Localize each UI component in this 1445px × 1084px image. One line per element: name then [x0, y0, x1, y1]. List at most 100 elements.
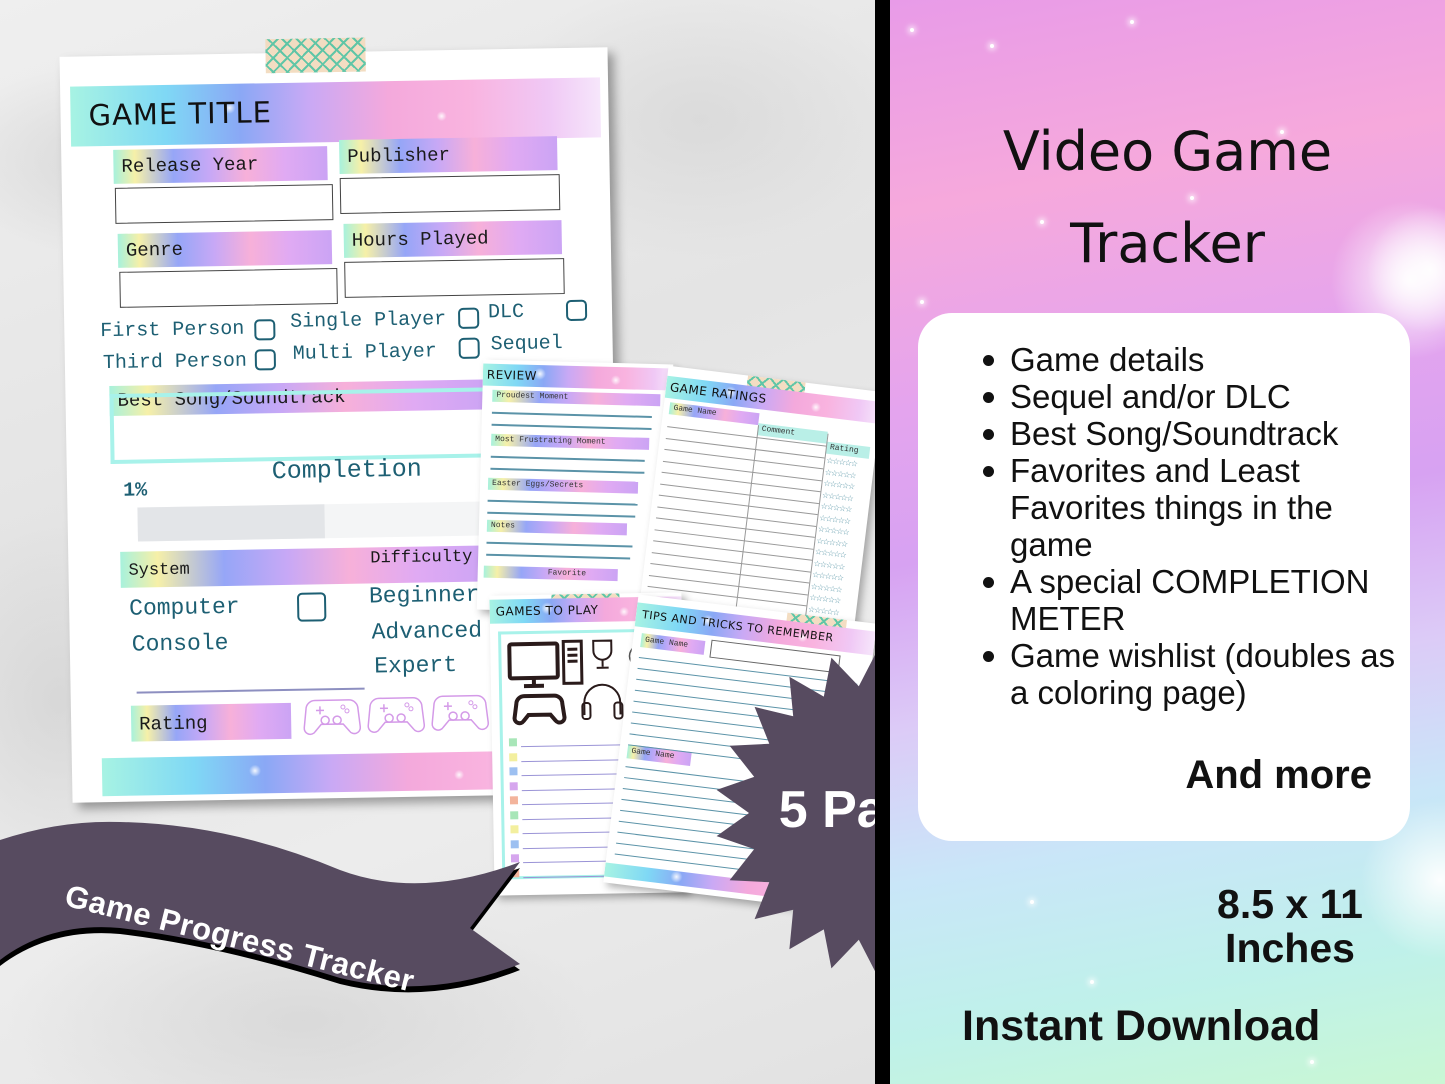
review-section-bar: Easter Eggs/Secrets	[487, 477, 639, 494]
star-rating[interactable]: ☆☆☆☆☆	[810, 581, 842, 594]
single-player-label: Single Player	[290, 308, 447, 334]
ratings-row	[664, 448, 824, 470]
size-line-1: 8.5 x 11	[1217, 881, 1363, 927]
ratings-row	[653, 540, 813, 561]
star-rating[interactable]: ☆☆☆☆☆	[824, 467, 856, 480]
review-section-bar: Most Frustrating Moment	[491, 433, 650, 450]
star-rating[interactable]: ☆☆☆☆☆	[812, 570, 844, 583]
first-person-checkbox[interactable]	[254, 319, 276, 341]
completion-percent: 1%	[122, 479, 148, 503]
publisher-label-bar: Publisher	[339, 136, 558, 174]
rating-label-bar: Rating	[130, 702, 292, 742]
release-year-field[interactable]	[114, 184, 334, 224]
hours-played-label-bar: Hours Played	[343, 220, 563, 258]
third-person-label: Third Person	[102, 349, 248, 376]
ratings-row	[654, 528, 814, 550]
and-more-label: And more	[1185, 753, 1372, 797]
system-label: System	[128, 560, 190, 581]
review-section-label: Notes	[490, 520, 516, 531]
genre-label-bar: Genre	[117, 230, 333, 268]
color-swatch	[509, 781, 518, 790]
star-rating[interactable]: ☆☆☆☆☆	[816, 536, 848, 549]
feature-item: Game details	[980, 341, 1400, 378]
ratings-row	[660, 483, 820, 504]
instant-download-label: Instant Download	[962, 1002, 1321, 1050]
hours-played-field[interactable]	[344, 258, 565, 298]
computer-checkbox[interactable]	[296, 592, 327, 622]
star-rating[interactable]: ☆☆☆☆☆	[819, 513, 851, 526]
features-card: Game details Sequel and/or DLC Best Song/S…	[918, 313, 1410, 841]
headphones-icon	[581, 683, 624, 721]
gamepad-icon	[512, 693, 567, 726]
first-person-label: First Person	[100, 317, 245, 344]
gamepad-rating-icon[interactable]	[431, 691, 490, 732]
review-section-label: Most Frustrating Moment	[495, 434, 606, 447]
feature-item: Game wishlist (doubles as a coloring pag…	[980, 637, 1400, 711]
games-to-play-title: GAMES TO PLAY	[495, 602, 599, 619]
difficulty-option-expert: Expert	[373, 651, 458, 680]
star-rating[interactable]: ☆☆☆☆☆	[815, 547, 847, 560]
difficulty-option-advanced: Advanced	[371, 617, 483, 646]
ratings-row	[658, 494, 818, 516]
publisher-label: Publisher	[347, 144, 451, 168]
third-person-checkbox[interactable]	[254, 349, 277, 371]
computer-monitor-icon	[507, 641, 560, 689]
ratings-row	[662, 460, 822, 481]
review-section-bar: Proudest Moment	[492, 389, 661, 407]
ratings-row	[650, 563, 810, 584]
ratings-row	[655, 517, 815, 538]
review-section-label: Proudest Moment	[496, 390, 569, 402]
hours-played-label: Hours Played	[351, 227, 489, 252]
system-option-console: Console	[131, 629, 229, 658]
best-song-field[interactable]	[109, 387, 491, 465]
feature-item: A special COMPLETION METER	[980, 563, 1400, 637]
star-rating[interactable]: ☆☆☆☆☆	[826, 456, 858, 469]
system-option-computer: Computer	[128, 593, 240, 622]
multi-player-checkbox[interactable]	[458, 337, 480, 359]
star-rating[interactable]: ☆☆☆☆☆	[820, 501, 852, 514]
ratings-row	[661, 471, 821, 493]
game-title-label: GAME TITLE	[88, 95, 273, 133]
sequel-label: Sequel	[490, 332, 563, 357]
publisher-field[interactable]	[339, 174, 561, 214]
ratings-row	[651, 551, 811, 573]
star-rating[interactable]: ☆☆☆☆☆	[813, 558, 845, 571]
gamepad-rating-icon[interactable]	[367, 694, 426, 735]
star-rating[interactable]: ☆☆☆☆☆	[817, 524, 849, 537]
feature-item: Best Song/Soundtrack	[980, 415, 1400, 452]
dlc-checkbox[interactable]	[565, 299, 588, 322]
size-line-2: Inches	[1225, 925, 1355, 971]
star-rating[interactable]: ☆☆☆☆☆	[823, 479, 855, 492]
review-section-label: Easter Eggs/Secrets	[491, 478, 584, 491]
panel-divider	[875, 0, 890, 1084]
divider-line	[136, 687, 365, 694]
dlc-label: DLC	[487, 300, 525, 325]
star-rating[interactable]: ☆☆☆☆☆	[822, 490, 854, 503]
feature-item: Sequel and/or DLC	[980, 378, 1400, 415]
gamepad-rating-icon[interactable]	[303, 696, 362, 737]
feature-item: Favorites and Least Favorites things in …	[980, 452, 1400, 563]
single-player-checkbox[interactable]	[457, 307, 480, 329]
game-name-label-bar: Game Name	[640, 633, 706, 655]
multi-player-label: Multi Player	[292, 340, 437, 366]
product-title-line-1: Video Game	[1002, 120, 1333, 183]
favorite-label: Favorite	[547, 568, 587, 579]
features-list: Game details Sequel and/or DLC Best Song/S…	[980, 341, 1400, 711]
color-swatch	[508, 738, 518, 747]
release-year-label-bar: Release Year	[113, 146, 328, 184]
difficulty-option-beginner: Beginner	[368, 581, 480, 610]
genre-field[interactable]	[119, 268, 338, 308]
genre-label: Genre	[125, 238, 184, 262]
product-title-line-2: Tracker	[1070, 212, 1265, 275]
review-title-bar: REVIEW	[482, 363, 674, 391]
star-rating[interactable]: ☆☆☆☆☆	[809, 593, 841, 606]
completion-meter-fill	[137, 504, 326, 542]
difficulty-label: Difficulty	[370, 547, 473, 569]
ratings-row	[657, 505, 817, 527]
completion-meter	[137, 501, 498, 542]
pc-tower-icon	[561, 639, 584, 685]
review-title: REVIEW	[486, 367, 538, 383]
release-year-label: Release Year	[121, 153, 259, 178]
washi-tape	[265, 37, 366, 74]
color-swatch	[509, 752, 518, 761]
